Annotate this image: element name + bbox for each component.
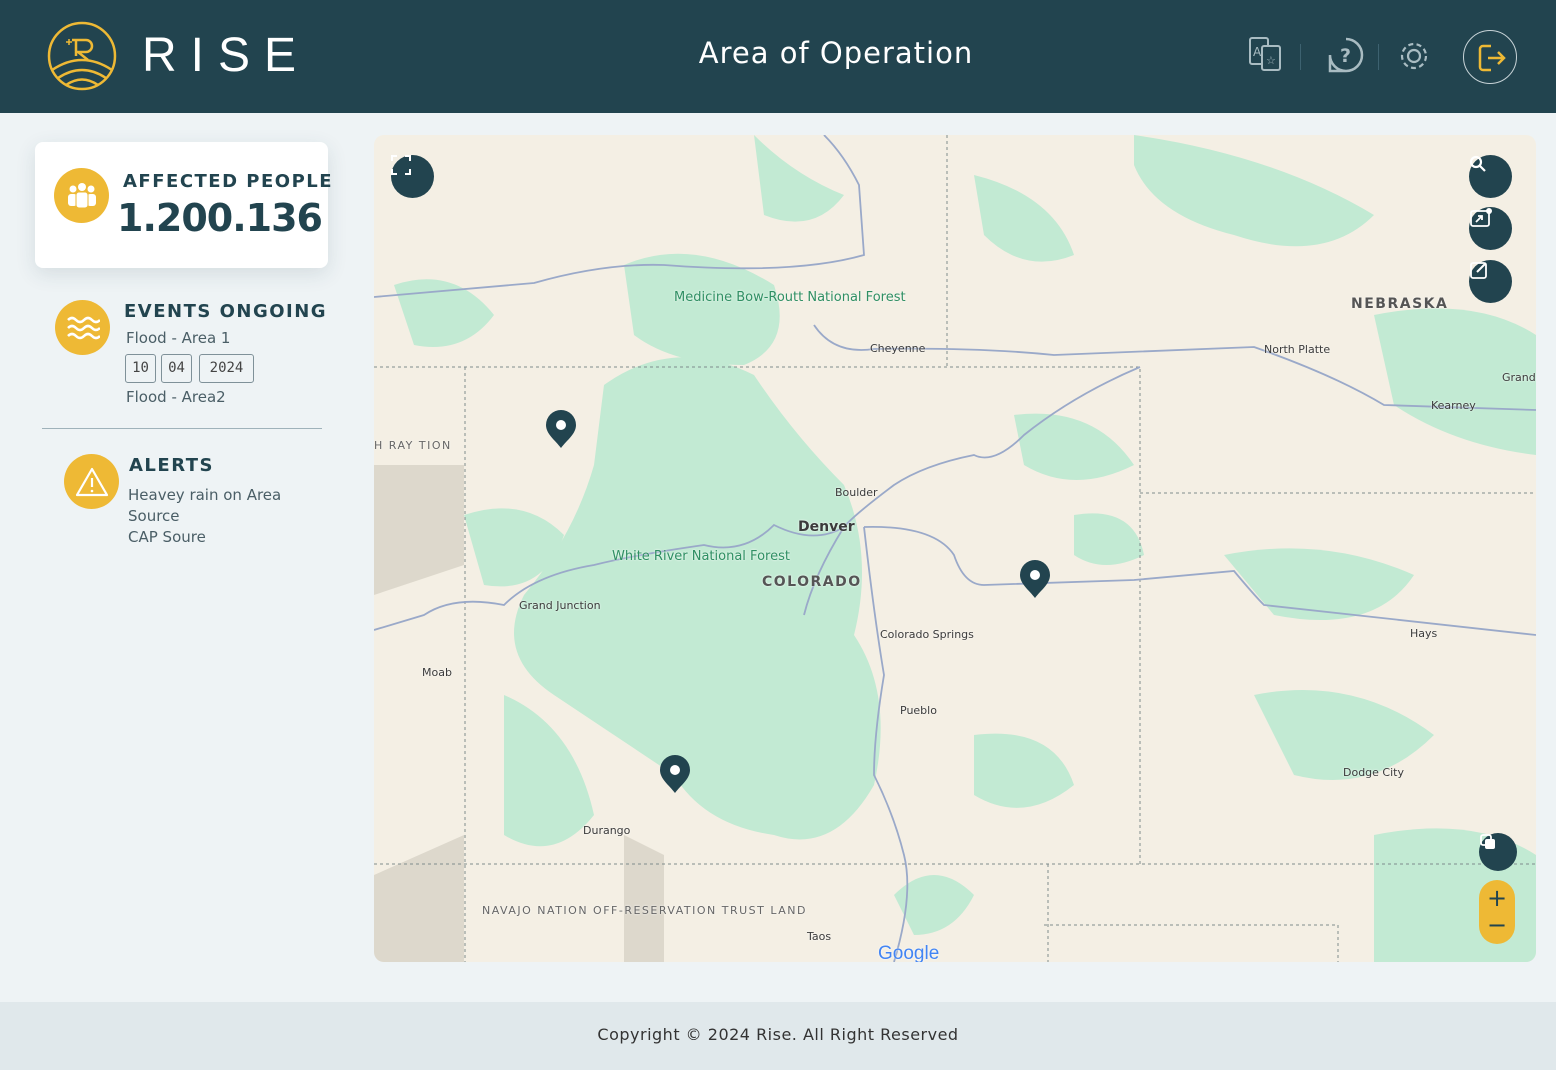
divider (42, 428, 322, 429)
map-label-city: Dodge City (1343, 766, 1404, 779)
map-label-city: Hays (1410, 627, 1438, 640)
alert-line: CAP Soure (128, 528, 206, 546)
zoom-in-button[interactable]: + (1479, 880, 1515, 912)
map-search-button[interactable] (1469, 155, 1512, 198)
alert-line: Heavey rain on Area (128, 486, 282, 504)
event-item[interactable]: Flood - Area 1 (126, 329, 230, 347)
edit-icon (1470, 262, 1487, 279)
google-logo: Google (878, 943, 940, 962)
people-icon (54, 168, 109, 223)
map-label-city: Taos (807, 930, 832, 943)
layers-icon (1480, 834, 1495, 849)
map-label-forest: Medicine Bow-Routt National Forest (674, 290, 906, 305)
map-label-city: Cheyenne (870, 342, 926, 355)
event-item[interactable]: Flood - Area2 (126, 388, 226, 406)
waves-icon (55, 300, 110, 355)
help-icon[interactable]: ? (1327, 36, 1365, 74)
map-label-state: NEBRASKA (1351, 296, 1449, 312)
map-label-city: Kearney (1431, 399, 1476, 412)
date-month: 04 (161, 354, 192, 383)
map-label-partial: H RAY TION (374, 439, 452, 452)
map-layers-button[interactable] (1479, 833, 1517, 871)
map-label-city: Durango (583, 824, 631, 837)
affected-people-value: 1.200.136 (117, 196, 323, 240)
affected-people-label: AFFECTED PEOPLE (123, 171, 334, 192)
svg-text:?: ? (1340, 45, 1351, 67)
map-pin (1020, 560, 1050, 598)
map-label-city: Moab (422, 666, 452, 679)
map-label-forest: White River National Forest (612, 549, 790, 564)
translate-icon[interactable]: A ☆ (1248, 36, 1284, 74)
map-label-city: North Platte (1264, 343, 1331, 356)
forest-areas (394, 135, 1536, 962)
map-export-button[interactable] (1469, 207, 1512, 250)
divider (1378, 44, 1379, 70)
map-canvas (374, 135, 1536, 962)
app-header: RISE Area of Operation A ☆ ? (0, 0, 1556, 113)
map-label-city: Boulder (835, 486, 878, 499)
map-label-reservation: NAVAJO NATION OFF-RESERVATION TRUST LAND (482, 904, 807, 917)
alert-line: Source (128, 507, 180, 525)
search-icon (1469, 155, 1486, 172)
date-year: 2024 (199, 354, 254, 383)
svg-text:A: A (1253, 45, 1262, 59)
zoom-out-button[interactable]: − (1479, 912, 1515, 944)
map-label-city: Pueblo (900, 704, 937, 717)
map-label-city: Grand Junction (519, 599, 601, 612)
footer: Copyright © 2024 Rise. All Right Reserve… (0, 1002, 1556, 1070)
alert-icon (64, 454, 119, 509)
divider (1300, 44, 1301, 70)
zoom-control: + − (1479, 880, 1515, 944)
settings-icon[interactable] (1397, 39, 1431, 73)
logout-button[interactable] (1463, 30, 1517, 84)
map-label-state: COLORADO (762, 574, 862, 590)
page-title: Area of Operation (698, 36, 974, 70)
logout-icon (1478, 44, 1506, 72)
alerts-label: ALERTS (129, 455, 214, 476)
map-edit-button[interactable] (1469, 260, 1512, 303)
map-pin (546, 410, 576, 448)
map-label-city: Grand (1502, 371, 1536, 384)
map-label-city: Colorado Springs (880, 628, 974, 641)
image-export-icon (1470, 208, 1492, 227)
copyright-text: Copyright © 2024 Rise. All Right Reserve… (597, 1025, 959, 1044)
map-view[interactable]: Medicine Bow-Routt National Forest Cheye… (374, 135, 1536, 962)
events-ongoing-label: EVENTS ONGOING (124, 301, 328, 322)
fullscreen-icon (391, 155, 411, 175)
map-label-city: Denver (798, 519, 855, 535)
svg-text:☆: ☆ (1266, 54, 1276, 67)
fullscreen-button[interactable] (391, 155, 434, 198)
date-day: 10 (125, 354, 156, 383)
